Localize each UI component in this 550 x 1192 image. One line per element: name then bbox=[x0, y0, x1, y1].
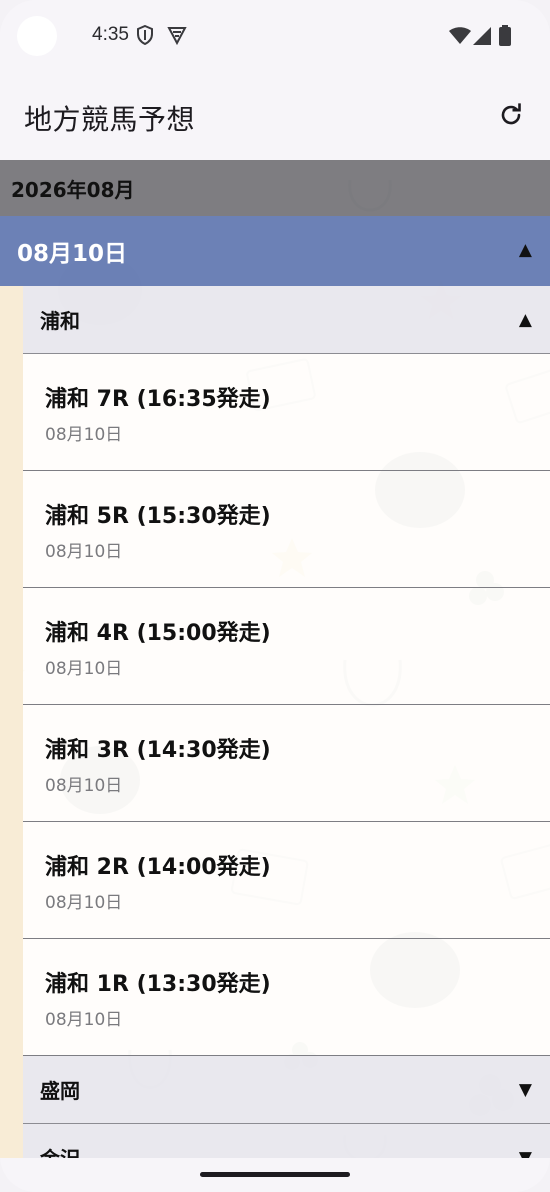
signal-icon bbox=[473, 27, 491, 49]
race-list-content[interactable]: 2026年08月 08月10日 ▲ 浦和 ▲ 浦和 7R (16:35発走) 0… bbox=[0, 160, 550, 1158]
race-date: 08月10日 bbox=[45, 893, 123, 913]
date-group-header[interactable]: 08月10日 ▲ bbox=[0, 216, 550, 286]
race-title: 浦和 3R (14:30発走) bbox=[45, 738, 271, 763]
race-list-item[interactable]: 浦和 1R (13:30発走) 08月10日 bbox=[23, 939, 550, 1056]
shield-icon bbox=[136, 24, 154, 49]
month-header: 2026年08月 bbox=[0, 160, 550, 216]
refresh-icon bbox=[498, 102, 524, 132]
app-bar: 地方競馬予想 bbox=[0, 72, 550, 160]
venue-header-urawa[interactable]: 浦和 ▲ bbox=[23, 286, 550, 354]
left-indent-strip bbox=[0, 286, 23, 1158]
venue-label: 盛岡 bbox=[40, 1079, 80, 1103]
race-list-item[interactable]: 浦和 7R (16:35発走) 08月10日 bbox=[23, 354, 550, 471]
race-date: 08月10日 bbox=[45, 659, 123, 679]
race-date: 08月10日 bbox=[45, 542, 123, 562]
collapse-arrow-icon: ▲ bbox=[518, 240, 532, 260]
venue-header-kanazawa[interactable]: 金沢 ▼ bbox=[23, 1124, 550, 1158]
gesture-nav-bar bbox=[0, 1158, 550, 1192]
date-group-label: 08月10日 bbox=[17, 241, 128, 267]
venue-header-morioka[interactable]: 盛岡 ▼ bbox=[23, 1056, 550, 1124]
race-title: 浦和 4R (15:00発走) bbox=[45, 621, 271, 646]
expand-arrow-icon: ▼ bbox=[518, 1080, 532, 1100]
home-handle[interactable] bbox=[200, 1172, 350, 1177]
race-title: 浦和 2R (14:00発走) bbox=[45, 855, 271, 880]
venue-list: 浦和 ▲ 浦和 7R (16:35発走) 08月10日 浦和 5R (15:30… bbox=[23, 286, 550, 1158]
camera-cutout bbox=[17, 16, 57, 56]
expand-arrow-icon: ▼ bbox=[518, 1148, 532, 1158]
race-date: 08月10日 bbox=[45, 776, 123, 796]
phone-screen: 4:35 地方競馬予想 2026年08月 08月10日 ▲ 浦和 ▲ 浦和 7R… bbox=[0, 0, 550, 1192]
race-list-item[interactable]: 浦和 2R (14:00発走) 08月10日 bbox=[23, 822, 550, 939]
race-title: 浦和 5R (15:30発走) bbox=[45, 504, 271, 529]
race-title: 浦和 7R (16:35発走) bbox=[45, 387, 271, 412]
venue-label: 浦和 bbox=[40, 309, 80, 333]
race-list-item[interactable]: 浦和 5R (15:30発走) 08月10日 bbox=[23, 471, 550, 588]
race-title: 浦和 1R (13:30発走) bbox=[45, 972, 271, 997]
wifi-icon bbox=[449, 27, 471, 49]
battery-icon bbox=[499, 25, 511, 50]
vpn-icon bbox=[167, 25, 187, 49]
race-list-item[interactable]: 浦和 4R (15:00発走) 08月10日 bbox=[23, 588, 550, 705]
status-time: 4:35 bbox=[92, 24, 129, 45]
race-date: 08月10日 bbox=[45, 1010, 123, 1030]
collapse-arrow-icon: ▲ bbox=[518, 310, 532, 330]
app-title: 地方競馬予想 bbox=[24, 103, 196, 136]
race-date: 08月10日 bbox=[45, 425, 123, 445]
status-bar: 4:35 bbox=[0, 0, 550, 72]
venue-label: 金沢 bbox=[40, 1143, 80, 1158]
race-list-item[interactable]: 浦和 3R (14:30発走) 08月10日 bbox=[23, 705, 550, 822]
refresh-button[interactable] bbox=[490, 96, 532, 138]
